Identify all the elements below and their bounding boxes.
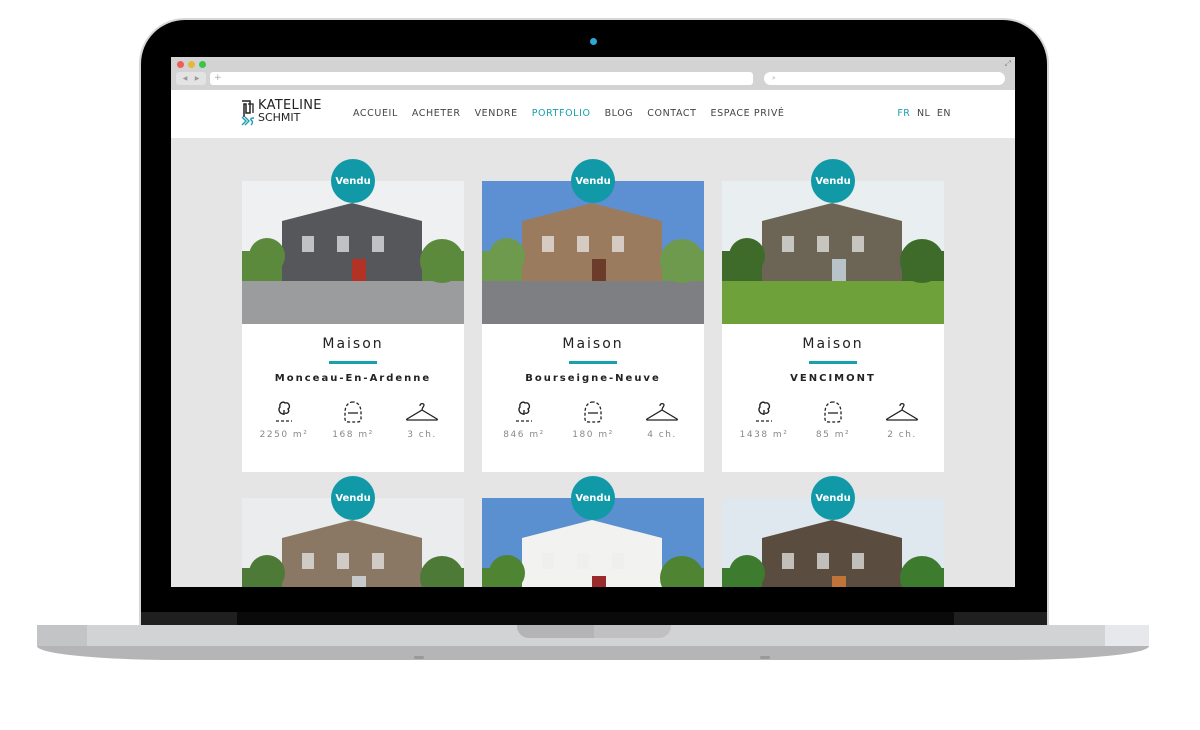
sold-badge: Vendu: [331, 159, 375, 203]
laptop-notch-shade: [517, 625, 594, 638]
window-controls: [177, 61, 206, 68]
nav-espace-prive[interactable]: ESPACE PRIVÉ: [711, 108, 785, 119]
land-area-value: 846 m²: [503, 430, 545, 440]
tree-icon: [756, 401, 772, 422]
feature-land: 846 m²: [494, 400, 554, 440]
listing-card[interactable]: Maison Bourseigne-Neuve 846 m² 180 m² 4 …: [482, 181, 704, 472]
feature-rooms: 3 ch.: [392, 400, 452, 440]
logo-line-2: SCHMIT: [258, 111, 301, 124]
lang-fr[interactable]: FR: [897, 108, 910, 119]
lang-en[interactable]: EN: [937, 108, 951, 119]
site-header: KATELINE SCHMIT ACCUEIL ACHETER VENDRE P…: [171, 90, 1015, 138]
land-area-value: 2250 m²: [259, 430, 309, 440]
search-icon: ⌕: [772, 74, 776, 82]
logo-mark-icon: [241, 100, 255, 126]
hanger-icon: [646, 402, 678, 421]
land-area-value: 1438 m²: [739, 430, 789, 440]
nav-vendre[interactable]: VENDRE: [475, 108, 518, 119]
listing-location: VENCIMONT: [790, 373, 876, 384]
feature-land: 2250 m²: [254, 400, 314, 440]
laptop-base-right-edge: [1105, 625, 1149, 646]
surface-area-icon: [344, 401, 362, 423]
bedrooms-value: 2 ch.: [887, 430, 917, 440]
sold-badge: Vendu: [331, 476, 375, 520]
minimize-window-button[interactable]: [188, 61, 195, 68]
address-bar[interactable]: +: [210, 72, 753, 85]
tree-icon: [276, 401, 292, 422]
feature-living: 168 m²: [323, 400, 383, 440]
living-area-value: 168 m²: [332, 430, 374, 440]
maximize-window-button[interactable]: [199, 61, 206, 68]
forward-arrow-icon[interactable]: ▶: [195, 75, 200, 82]
listing-location: Monceau-En-Ardenne: [274, 373, 432, 384]
sold-badge: Vendu: [811, 159, 855, 203]
laptop-foot: [414, 656, 424, 659]
listing-card[interactable]: Maison VENCIMONT 1438 m² 85 m² 2 ch.: [722, 181, 944, 472]
browser-toolbar: ◀ ▶ + ⌕ ⤢: [171, 57, 1015, 90]
title-underline: [329, 361, 377, 364]
sold-badge: Vendu: [571, 476, 615, 520]
language-switcher: FR NL EN: [894, 108, 951, 119]
sold-badge: Vendu: [811, 476, 855, 520]
nav-portfolio[interactable]: PORTFOLIO: [532, 108, 591, 119]
bedrooms-value: 3 ch.: [407, 430, 437, 440]
listing-card[interactable]: Maison Monceau-En-Ardenne 2250 m² 168 m²…: [242, 181, 464, 472]
nav-accueil[interactable]: ACCUEIL: [353, 108, 398, 119]
laptop-foot: [760, 656, 770, 659]
laptop-base-bottom: [37, 646, 1149, 660]
feature-rooms: 4 ch.: [632, 400, 692, 440]
listing-type: Maison: [802, 336, 864, 352]
living-area-value: 85 m²: [815, 430, 851, 440]
lang-nl[interactable]: NL: [917, 108, 930, 119]
back-arrow-icon[interactable]: ◀: [183, 75, 188, 82]
fullscreen-icon[interactable]: ⤢: [1005, 59, 1011, 69]
close-window-button[interactable]: [177, 61, 184, 68]
feature-living: 180 m²: [563, 400, 623, 440]
browser-search-input[interactable]: ⌕: [764, 72, 1005, 85]
bedrooms-value: 4 ch.: [647, 430, 677, 440]
living-area-value: 180 m²: [572, 430, 614, 440]
camera-icon: [590, 38, 597, 45]
laptop-base-left-edge: [37, 625, 87, 646]
feature-land: 1438 m²: [734, 400, 794, 440]
listing-features: 2250 m² 168 m² 3 ch.: [242, 400, 464, 440]
tree-icon: [516, 401, 532, 422]
listing-type: Maison: [322, 336, 384, 352]
listing-location: Bourseigne-Neuve: [525, 373, 661, 384]
site-logo[interactable]: KATELINE SCHMIT: [241, 99, 322, 126]
hanger-icon: [886, 402, 918, 421]
nav-acheter[interactable]: ACHETER: [412, 108, 461, 119]
feature-rooms: 2 ch.: [872, 400, 932, 440]
listing-type: Maison: [562, 336, 624, 352]
browser-window: ◀ ▶ + ⌕ ⤢ KATELINE SCHMIT ACCUEIL ACHETE…: [171, 57, 1015, 587]
main-nav: ACCUEIL ACHETER VENDRE PORTFOLIO BLOG CO…: [353, 108, 799, 119]
nav-buttons: ◀ ▶: [176, 72, 206, 85]
sold-badge: Vendu: [571, 159, 615, 203]
surface-area-icon: [584, 401, 602, 423]
nav-contact[interactable]: CONTACT: [647, 108, 696, 119]
title-underline: [569, 361, 617, 364]
hanger-icon: [406, 402, 438, 421]
feature-living: 85 m²: [803, 400, 863, 440]
title-underline: [809, 361, 857, 364]
new-tab-plus-icon: +: [214, 73, 222, 83]
surface-area-icon: [824, 401, 842, 423]
nav-blog[interactable]: BLOG: [605, 108, 634, 119]
listing-features: 1438 m² 85 m² 2 ch.: [722, 400, 944, 440]
laptop-hinge: [237, 612, 954, 626]
listing-features: 846 m² 180 m² 4 ch.: [482, 400, 704, 440]
